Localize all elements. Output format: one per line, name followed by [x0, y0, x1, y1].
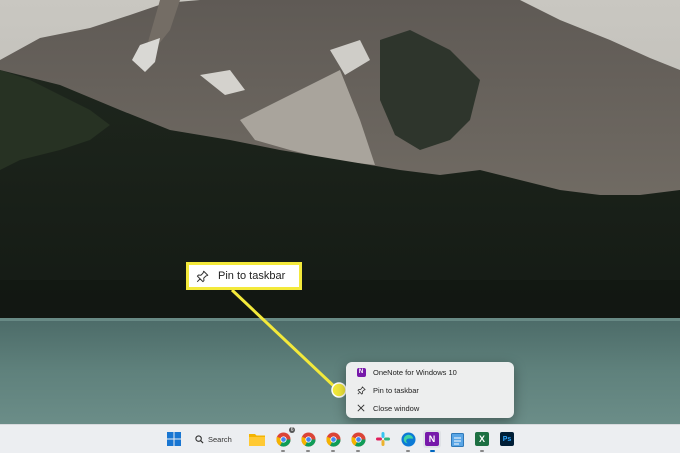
slack-icon: [376, 432, 390, 446]
onenote-icon: N: [356, 367, 366, 377]
edge-icon: [400, 431, 416, 447]
taskbar-app-chrome-4[interactable]: [349, 430, 367, 448]
taskbar-app-chrome-2[interactable]: [299, 430, 317, 448]
file-explorer-icon: [249, 433, 265, 446]
pin-to-taskbar-callout: Pin to taskbar: [186, 262, 302, 290]
callout-label: Pin to taskbar: [218, 270, 286, 282]
jump-list-close-window[interactable]: Close window: [346, 399, 514, 417]
pin-icon: [356, 385, 366, 395]
jump-list-close-label: Close window: [373, 403, 420, 413]
notepad-icon: [450, 432, 464, 447]
jump-list-app-name: OneNote for Windows 10: [373, 367, 457, 377]
taskbar-app-file-explorer[interactable]: [248, 430, 266, 448]
taskbar-search[interactable]: Search: [195, 431, 232, 447]
taskbar-app-slack[interactable]: [374, 430, 392, 448]
desktop: Pin to taskbar N OneNote for Windows 10 …: [0, 0, 680, 453]
start-button[interactable]: [165, 430, 183, 448]
search-icon: [195, 434, 204, 444]
taskbar-app-chrome-1[interactable]: 6: [274, 427, 295, 448]
chrome-icon: [325, 431, 341, 447]
chrome-icon: [300, 431, 316, 447]
taskbar-app-notepad[interactable]: [448, 430, 466, 448]
excel-icon: X: [475, 432, 489, 446]
jump-list-pin-label: Pin to taskbar: [373, 385, 419, 395]
taskbar-app-onenote[interactable]: N: [423, 430, 441, 448]
pin-icon: [196, 269, 210, 283]
notification-badge: 6: [289, 427, 295, 433]
close-icon: [356, 403, 366, 413]
active-app-indicator: [430, 450, 435, 452]
taskbar: Search 6 N X Ps: [0, 424, 680, 453]
taskbar-app-edge[interactable]: [399, 430, 417, 448]
running-indicator: [281, 450, 285, 452]
running-indicator: [306, 450, 310, 452]
running-indicator: [331, 450, 335, 452]
running-indicator: [406, 450, 410, 452]
onenote-icon: N: [425, 432, 439, 446]
chrome-icon: [275, 431, 291, 447]
chrome-icon: [350, 431, 366, 447]
running-indicator: [480, 450, 484, 452]
wallpaper: [0, 0, 680, 424]
search-label: Search: [208, 434, 232, 444]
taskbar-app-excel[interactable]: X: [473, 430, 491, 448]
jump-list-app-onenote[interactable]: N OneNote for Windows 10: [346, 363, 514, 381]
photoshop-icon: Ps: [500, 432, 514, 446]
taskbar-app-photoshop[interactable]: Ps: [498, 430, 516, 448]
running-indicator: [356, 450, 360, 452]
taskbar-jump-list: N OneNote for Windows 10 Pin to taskbar …: [346, 362, 514, 418]
jump-list-pin-to-taskbar[interactable]: Pin to taskbar: [346, 381, 514, 399]
taskbar-app-chrome-3[interactable]: [324, 430, 342, 448]
windows-start-icon: [167, 432, 181, 446]
